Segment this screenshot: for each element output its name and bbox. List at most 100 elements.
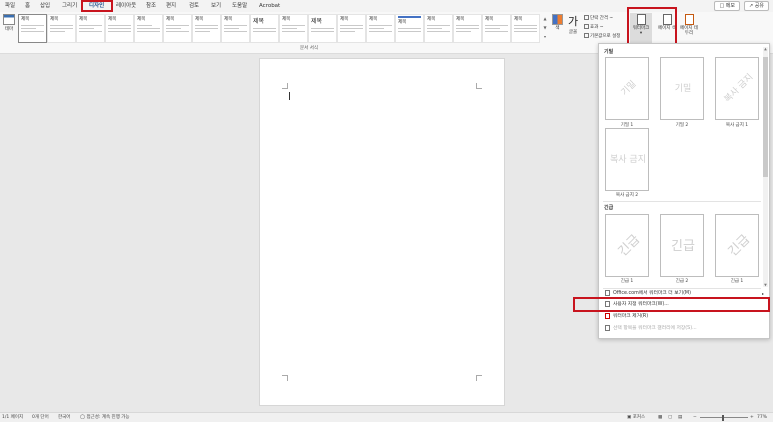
- theme-button[interactable]: 테마: [2, 14, 16, 44]
- watermark-thumb-urgent-2[interactable]: 긴급: [660, 214, 704, 277]
- web-layout-icon[interactable]: ▤: [678, 413, 682, 422]
- remove-watermark-label: 워터마크 제거(R): [613, 314, 649, 319]
- section-divider: [603, 201, 761, 202]
- zoom-in-icon[interactable]: +: [750, 413, 754, 422]
- style-thumb[interactable]: 제목: [482, 14, 511, 43]
- share-label: 공유: [754, 3, 764, 9]
- colors-button[interactable]: 색: [551, 14, 564, 31]
- memo-button[interactable]: □ 메모: [714, 1, 741, 11]
- document-page[interactable]: [259, 58, 505, 406]
- save-to-gallery-option[interactable]: 선택 항목을 워터마크 갤러리에 저장(S)...: [600, 324, 768, 334]
- style-thumb[interactable]: 제목: [366, 14, 395, 43]
- style-thumb[interactable]: 제목: [337, 14, 366, 43]
- style-thumb[interactable]: 제목: [134, 14, 163, 43]
- style-thumb[interactable]: 제목: [424, 14, 453, 43]
- print-layout-icon[interactable]: ▢: [668, 413, 672, 422]
- watermark-dropdown: 기밀 기밀 기밀 1 기밀 기밀 2 복사 금지 복사 금지 1 복사 금지 복…: [598, 43, 770, 339]
- menu-layout[interactable]: 레이아웃: [116, 0, 136, 12]
- menu-help[interactable]: 도움말: [232, 0, 247, 12]
- page-color-icon: [662, 14, 672, 25]
- watermark-thumb-confidential-2[interactable]: 기밀: [660, 57, 704, 120]
- menu-file[interactable]: 파일: [5, 0, 15, 12]
- watermark-label: 복사 금지 1: [725, 123, 749, 128]
- language-indicator[interactable]: 한국어: [58, 413, 70, 422]
- scroll-thumb[interactable]: [763, 57, 768, 177]
- watermark-thumb-urgent-3[interactable]: 긴급: [715, 214, 759, 277]
- zoom-slider-handle[interactable]: [722, 415, 724, 421]
- page-border-label: 페이지 테두리: [680, 26, 698, 36]
- chevron-right-icon: ▸: [761, 291, 764, 296]
- style-thumb[interactable]: 제목: [192, 14, 221, 43]
- gallery-label: 문서 서식: [300, 46, 318, 51]
- style-thumb[interactable]: 제목: [279, 14, 308, 43]
- menu-bar: 파일 홈 삽입 그리기 디자인 레이아웃 참조 편지 검토 보기 도움말 Acr…: [0, 0, 773, 12]
- margin-mark: [476, 83, 482, 89]
- scroll-up-icon[interactable]: ▲: [763, 47, 768, 51]
- custom-watermark-option[interactable]: 사용자 지정 워터마크(W)...: [600, 300, 768, 310]
- set-default-label: 기본값으로 설정: [590, 34, 621, 39]
- share-button[interactable]: ↗ 공유: [744, 1, 769, 11]
- watermark-label: 긴급 2: [675, 279, 689, 284]
- page-count[interactable]: 1/1 페이지: [2, 413, 23, 422]
- memo-label: 메모: [725, 3, 736, 9]
- document-format-gallery: 제목 제목 제목 제목 제목 제목 제목 제목 제목 제목 제목 제목 제목 제…: [18, 14, 548, 44]
- focus-button[interactable]: ▣ 포커스: [627, 413, 645, 422]
- effects-icon: [584, 24, 589, 29]
- remove-watermark-option[interactable]: 워터마크 제거(R): [600, 312, 768, 322]
- margin-mark: [282, 83, 288, 89]
- style-thumb[interactable]: 제목: [511, 14, 540, 43]
- style-thumb[interactable]: 제목: [76, 14, 105, 43]
- watermark-button[interactable]: 워터마크 ▾: [630, 13, 652, 47]
- menu-view[interactable]: 보기: [211, 0, 221, 12]
- style-thumb[interactable]: 제목: [221, 14, 250, 43]
- watermark-thumb-donotcopy-2[interactable]: 복사 금지: [605, 128, 649, 191]
- menu-draw[interactable]: 그리기: [62, 0, 77, 12]
- accessibility-status[interactable]: ◯ 접근성: 계속 진행 가능: [80, 413, 130, 422]
- paragraph-spacing-button[interactable]: 단락 간격 ~: [584, 14, 628, 23]
- style-thumb[interactable]: 제목: [105, 14, 134, 43]
- menu-acrobat[interactable]: Acrobat: [259, 0, 280, 12]
- word-count[interactable]: 0개 단어: [32, 413, 49, 422]
- colors-label: 색: [555, 26, 560, 31]
- custom-watermark-icon: [605, 300, 610, 307]
- zoom-level[interactable]: 77%: [757, 413, 767, 422]
- more-watermarks-option[interactable]: Office.com에서 워터마크 더 보기(M) ▸: [600, 289, 768, 299]
- paragraph-options: 단락 간격 ~ 효과 ~ 기본값으로 설정: [584, 14, 628, 41]
- check-icon: [584, 33, 589, 38]
- scroll-down-icon[interactable]: ▼: [763, 283, 768, 287]
- style-thumb[interactable]: 제목: [18, 14, 47, 43]
- gallery-scroll[interactable]: ▲ ▼ ▾: [542, 14, 548, 43]
- style-thumb[interactable]: 제목: [250, 14, 279, 43]
- watermark-label: 기밀 2: [675, 123, 689, 128]
- style-thumb[interactable]: 제목: [47, 14, 76, 43]
- section-title-urgent: 긴급: [604, 205, 614, 211]
- menu-design[interactable]: 디자인: [89, 0, 105, 12]
- page-border-button[interactable]: 페이지 테두리: [678, 13, 700, 47]
- menu-review[interactable]: 검토: [189, 0, 199, 12]
- style-thumb[interactable]: 제목: [163, 14, 192, 43]
- effects-button[interactable]: 효과 ~: [584, 23, 628, 32]
- dropdown-scrollbar[interactable]: ▲ ▼: [763, 47, 768, 287]
- watermark-thumb-urgent-1[interactable]: 긴급: [605, 214, 649, 277]
- fonts-button[interactable]: 가 글꼴: [566, 13, 580, 35]
- set-default-button[interactable]: 기본값으로 설정: [584, 32, 628, 41]
- style-thumb[interactable]: 제목: [395, 14, 424, 43]
- watermark-thumb-donotcopy-1[interactable]: 복사 금지: [715, 57, 759, 120]
- zoom-out-icon[interactable]: −: [693, 413, 697, 422]
- chevron-up-icon[interactable]: ▲: [542, 14, 548, 23]
- globe-icon: [605, 289, 610, 296]
- menu-references[interactable]: 참조: [146, 0, 156, 12]
- status-bar: 1/1 페이지 0개 단어 한국어 ◯ 접근성: 계속 진행 가능 ▣ 포커스 …: [0, 412, 773, 422]
- page-color-button[interactable]: 페이지 색: [656, 13, 678, 47]
- style-thumb[interactable]: 제목: [308, 14, 337, 43]
- watermark-thumb-confidential-1[interactable]: 기밀: [605, 57, 649, 120]
- expand-icon[interactable]: ▾: [542, 32, 548, 41]
- chevron-down-icon[interactable]: ▼: [542, 23, 548, 32]
- menu-home[interactable]: 홈: [25, 0, 30, 12]
- read-mode-icon[interactable]: ▩: [658, 413, 662, 422]
- menu-mailings[interactable]: 편지: [166, 0, 176, 12]
- style-thumb[interactable]: 제목: [453, 14, 482, 43]
- theme-label: 테마: [4, 27, 14, 32]
- zoom-slider[interactable]: [700, 417, 748, 418]
- menu-insert[interactable]: 삽입: [40, 0, 50, 12]
